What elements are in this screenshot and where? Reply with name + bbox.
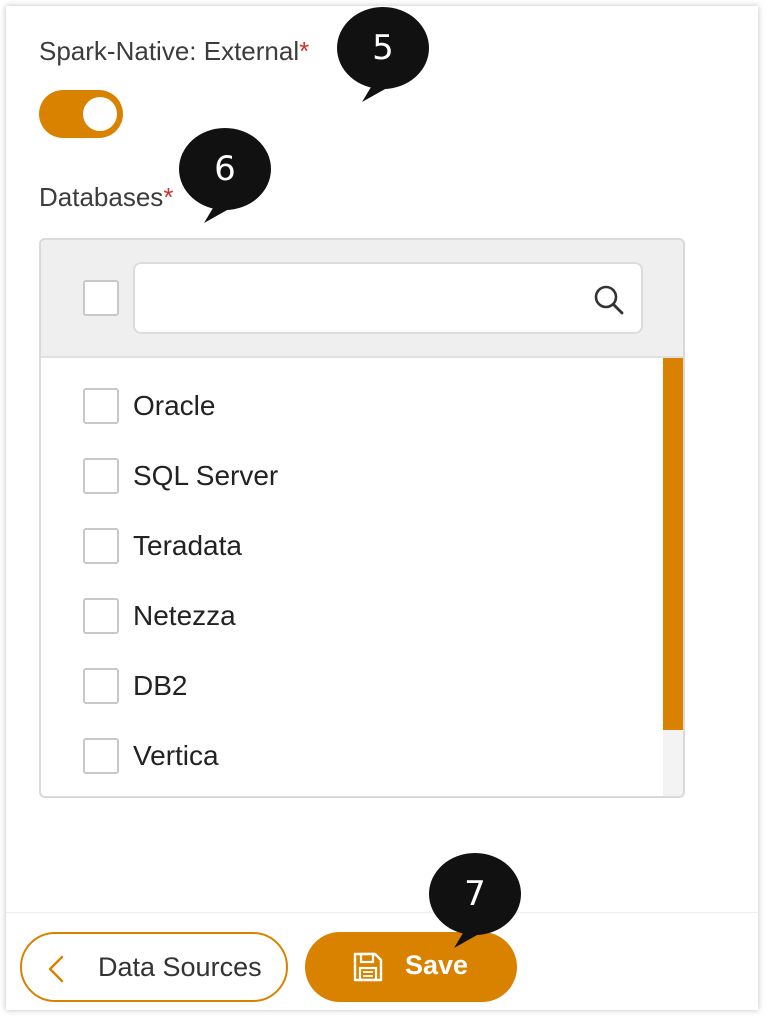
list-item-teradata[interactable]: Teradata — [41, 516, 661, 576]
toggle-knob — [83, 97, 117, 131]
spark-native-label: Spark-Native: External* — [39, 36, 309, 67]
databases-label-text: Databases — [39, 182, 164, 212]
databases-list: Oracle SQL Server Teradata Netezza DB2 V… — [39, 238, 685, 798]
data-sources-back-button[interactable]: Data Sources — [20, 932, 288, 1002]
callout-5: 5 — [336, 6, 430, 102]
back-button-label: Data Sources — [98, 952, 262, 982]
search-input[interactable] — [147, 274, 577, 324]
item-checkbox[interactable] — [83, 598, 119, 634]
list-item-sql-server[interactable]: SQL Server — [41, 446, 661, 506]
item-checkbox[interactable] — [83, 738, 119, 774]
callout-number: 5 — [372, 28, 394, 68]
floppy-disk-icon — [353, 952, 383, 982]
callout-number: 7 — [464, 874, 486, 914]
item-label: Netezza — [133, 600, 236, 631]
required-marker: * — [299, 36, 310, 66]
list-item-vertica[interactable]: Vertica — [41, 726, 661, 786]
item-label: SQL Server — [133, 460, 279, 491]
callout-7: 7 — [428, 852, 522, 948]
scrollbar-track[interactable] — [663, 358, 683, 796]
list-item-netezza[interactable]: Netezza — [41, 586, 661, 646]
list-header — [41, 240, 683, 358]
databases-label: Databases* — [39, 182, 173, 213]
item-checkbox[interactable] — [83, 528, 119, 564]
item-checkbox[interactable] — [83, 388, 119, 424]
callout-number: 6 — [214, 149, 236, 189]
item-label: Oracle — [133, 390, 216, 421]
item-label: DB2 — [133, 670, 188, 701]
item-checkbox[interactable] — [83, 668, 119, 704]
item-label: Vertica — [133, 740, 219, 771]
list-item-db2[interactable]: DB2 — [41, 656, 661, 716]
select-all-checkbox[interactable] — [83, 280, 119, 316]
callout-6: 6 — [178, 127, 272, 223]
scrollbar-thumb[interactable] — [663, 358, 683, 730]
item-label: Teradata — [133, 530, 242, 561]
search-icon[interactable] — [593, 284, 625, 316]
save-button-label: Save — [405, 950, 469, 980]
spark-native-label-text: Spark-Native: External — [39, 36, 300, 66]
search-box[interactable] — [133, 262, 643, 334]
list-item-oracle[interactable]: Oracle — [41, 376, 661, 436]
chevron-left-icon — [48, 955, 64, 983]
required-marker: * — [163, 182, 174, 212]
spark-native-toggle[interactable] — [39, 90, 123, 138]
item-checkbox[interactable] — [83, 458, 119, 494]
